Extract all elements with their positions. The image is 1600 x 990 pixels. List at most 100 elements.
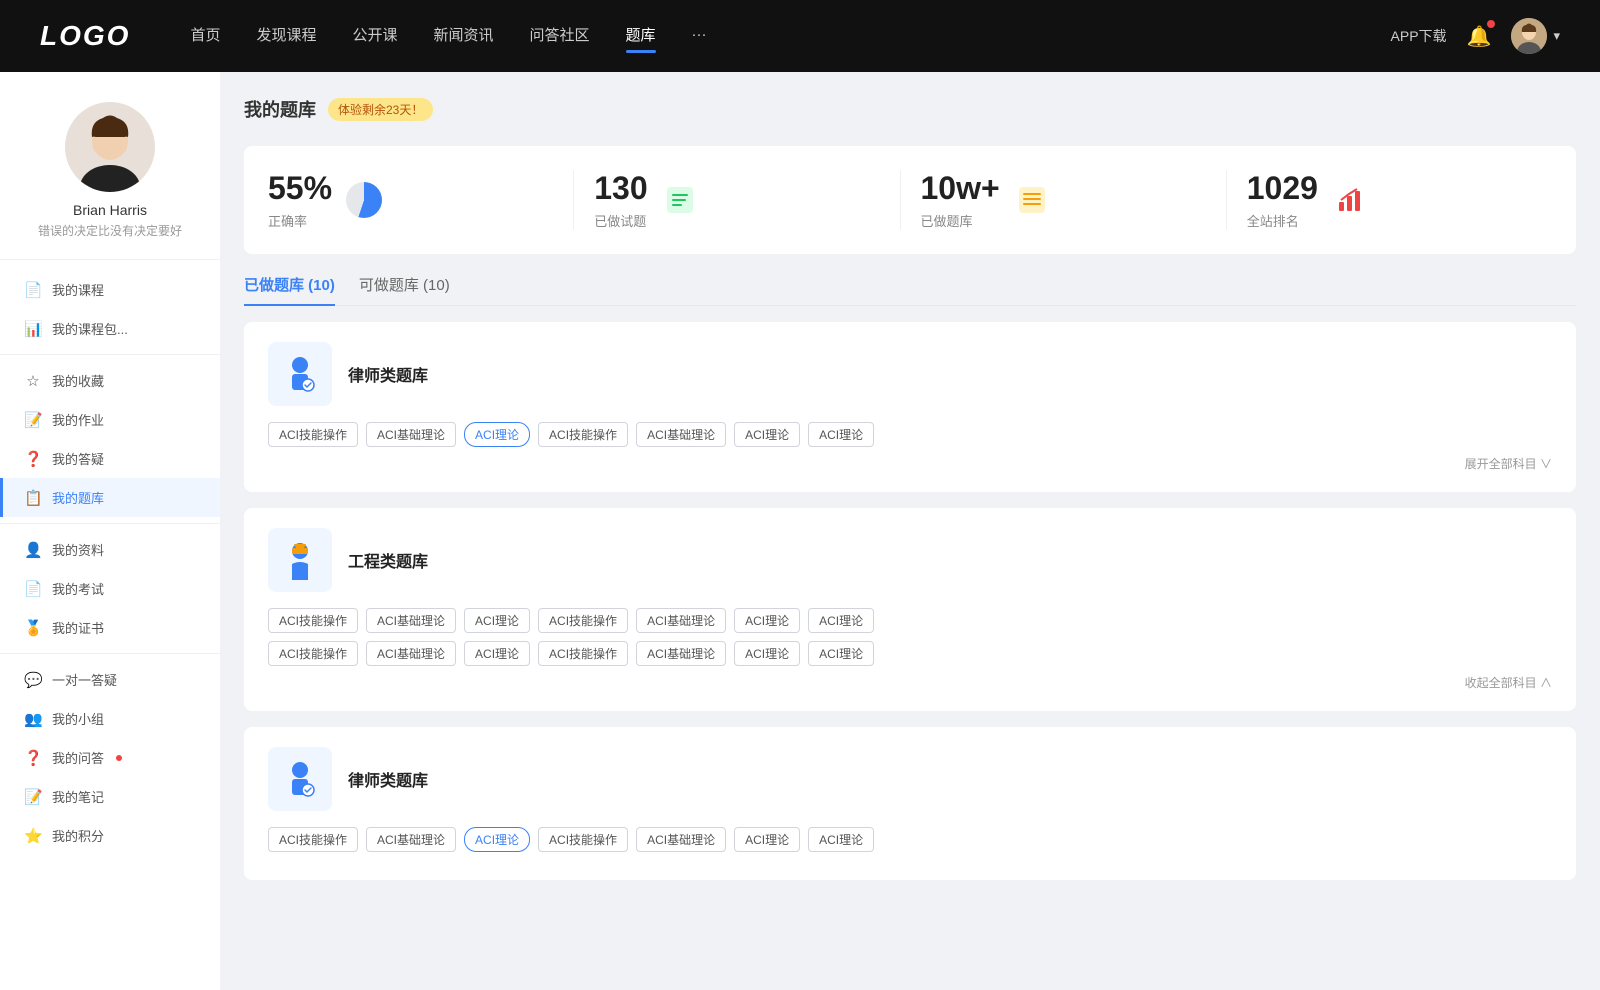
sidebar-label-homework: 我的作业 [52, 410, 104, 429]
tag-2-3[interactable]: ACI理论 [464, 608, 530, 633]
notes-icon: 📝 [24, 788, 42, 806]
tag-3-1[interactable]: ACI技能操作 [268, 827, 358, 852]
profile-section: Brian Harris 错误的决定比没有决定要好 [0, 92, 220, 260]
rank-value: 1029 [1247, 170, 1318, 207]
nav-home[interactable]: 首页 [190, 24, 220, 49]
tag-1-1[interactable]: ACI技能操作 [268, 422, 358, 447]
nav-more[interactable]: ··· [692, 26, 707, 47]
tag-3-2[interactable]: ACI基础理论 [366, 827, 456, 852]
sidebar-item-points[interactable]: ⭐ 我的积分 [0, 816, 220, 855]
tag-1-6[interactable]: ACI理论 [734, 422, 800, 447]
logo[interactable]: LOGO [40, 20, 130, 52]
sidebar-item-notes[interactable]: 📝 我的笔记 [0, 777, 220, 816]
tag-2-5[interactable]: ACI基础理论 [636, 608, 726, 633]
nav-links: 首页 发现课程 公开课 新闻资讯 问答社区 题库 ··· [190, 24, 1390, 49]
tag-3-7[interactable]: ACI理论 [808, 827, 874, 852]
sidebar-item-courses[interactable]: 📄 我的课程 [0, 270, 220, 309]
sidebar-label-profile: 我的资料 [52, 540, 104, 559]
bank-card-engineer: 工程类题库 ACI技能操作 ACI基础理论 ACI理论 ACI技能操作 ACI基… [244, 508, 1576, 711]
tag-1-2[interactable]: ACI基础理论 [366, 422, 456, 447]
sidebar-label-questions: 我的问答 [52, 748, 104, 767]
page-header: 我的题库 体验剩余23天！ [244, 96, 1576, 122]
one-on-one-icon: 💬 [24, 671, 42, 689]
done-b-label: 已做题库 [921, 211, 1000, 230]
sidebar-item-homework[interactable]: 📝 我的作业 [0, 400, 220, 439]
notification-badge [1487, 20, 1495, 28]
profile-motto: 错误的决定比没有决定要好 [38, 222, 182, 239]
tag-2-2[interactable]: ACI基础理论 [366, 608, 456, 633]
tab-done-banks[interactable]: 已做题库 (10) [244, 274, 335, 305]
pie-chart-icon [346, 182, 382, 218]
favorites-icon: ☆ [24, 372, 42, 390]
cert-icon: 🏅 [24, 619, 42, 637]
main-layout: Brian Harris 错误的决定比没有决定要好 📄 我的课程 📊 我的课程包… [0, 72, 1600, 990]
tab-available-banks[interactable]: 可做题库 (10) [359, 274, 450, 305]
engineer-icon [268, 528, 332, 592]
tag-1-5[interactable]: ACI基础理论 [636, 422, 726, 447]
trial-badge: 体验剩余23天！ [328, 98, 433, 121]
tag-2-9[interactable]: ACI基础理论 [366, 641, 456, 666]
tag-2-7[interactable]: ACI理论 [808, 608, 874, 633]
tag-2-12[interactable]: ACI基础理论 [636, 641, 726, 666]
bank-card-lawyer-2: 律师类题库 ACI技能操作 ACI基础理论 ACI理论 ACI技能操作 ACI基… [244, 727, 1576, 880]
sidebar-menu: 📄 我的课程 📊 我的课程包... ☆ 我的收藏 📝 我的作业 ❓ 我的答疑 � [0, 270, 220, 855]
tag-2-8[interactable]: ACI技能操作 [268, 641, 358, 666]
notification-bell[interactable]: 🔔 [1467, 24, 1492, 49]
nav-right-actions: APP下载 🔔 ▾ [1391, 18, 1560, 54]
tag-2-11[interactable]: ACI技能操作 [538, 641, 628, 666]
sidebar-item-bank[interactable]: 📋 我的题库 [0, 478, 220, 517]
nav-qa[interactable]: 问答社区 [530, 24, 590, 49]
tag-2-1[interactable]: ACI技能操作 [268, 608, 358, 633]
content-area: 我的题库 体验剩余23天！ 55% 正确率 130 已做试题 [220, 72, 1600, 990]
user-avatar-menu[interactable]: ▾ [1511, 18, 1560, 54]
nav-news[interactable]: 新闻资讯 [434, 24, 494, 49]
tag-3-3[interactable]: ACI理论 [464, 827, 530, 852]
nav-discover[interactable]: 发现课程 [256, 24, 316, 49]
tag-1-7[interactable]: ACI理论 [808, 422, 874, 447]
tags-engineer-row2: ACI技能操作 ACI基础理论 ACI理论 ACI技能操作 ACI基础理论 AC… [268, 641, 1552, 666]
tag-2-6[interactable]: ACI理论 [734, 608, 800, 633]
tag-2-14[interactable]: ACI理论 [808, 641, 874, 666]
sidebar-item-qa[interactable]: ❓ 我的答疑 [0, 439, 220, 478]
accuracy-icon [346, 182, 382, 218]
done-q-icon [662, 182, 698, 218]
tag-2-13[interactable]: ACI理论 [734, 641, 800, 666]
sidebar-item-one-on-one[interactable]: 💬 一对一答疑 [0, 660, 220, 699]
sidebar-item-cert[interactable]: 🏅 我的证书 [0, 608, 220, 647]
tag-3-6[interactable]: ACI理论 [734, 827, 800, 852]
sidebar-item-favorites[interactable]: ☆ 我的收藏 [0, 361, 220, 400]
exam-icon: 📄 [24, 580, 42, 598]
nav-bank[interactable]: 题库 [626, 24, 656, 49]
collapse-btn-engineer[interactable]: 收起全部科目 ∧ [268, 674, 1552, 691]
sidebar-item-profile[interactable]: 👤 我的资料 [0, 530, 220, 569]
group-icon: 👥 [24, 710, 42, 728]
sidebar-item-exam[interactable]: 📄 我的考试 [0, 569, 220, 608]
sidebar-item-group[interactable]: 👥 我的小组 [0, 699, 220, 738]
sidebar-label-favorites: 我的收藏 [52, 371, 104, 390]
tag-2-10[interactable]: ACI理论 [464, 641, 530, 666]
tags-engineer-row1: ACI技能操作 ACI基础理论 ACI理论 ACI技能操作 ACI基础理论 AC… [268, 608, 1552, 633]
nav-open-course[interactable]: 公开课 [352, 24, 397, 49]
sidebar-label-one-on-one: 一对一答疑 [52, 670, 117, 689]
sidebar-item-packages[interactable]: 📊 我的课程包... [0, 309, 220, 348]
sidebar-label-cert: 我的证书 [52, 618, 104, 637]
tag-1-4[interactable]: ACI技能操作 [538, 422, 628, 447]
tag-1-3[interactable]: ACI理论 [464, 422, 530, 447]
sidebar-label-courses: 我的课程 [52, 280, 104, 299]
tab-row: 已做题库 (10) 可做题库 (10) [244, 274, 1576, 306]
page-title: 我的题库 [244, 96, 316, 122]
expand-btn-lawyer-1[interactable]: 展开全部科目 ∨ [268, 455, 1552, 472]
tag-2-4[interactable]: ACI技能操作 [538, 608, 628, 633]
profile-name: Brian Harris [73, 202, 147, 218]
sidebar-label-packages: 我的课程包... [52, 319, 128, 338]
app-download-btn[interactable]: APP下载 [1391, 26, 1447, 46]
stats-row: 55% 正确率 130 已做试题 [244, 146, 1576, 254]
stat-done-questions: 130 已做试题 [574, 170, 900, 230]
avatar [1511, 18, 1547, 54]
questions-icon: ❓ [24, 749, 42, 767]
tag-3-5[interactable]: ACI基础理论 [636, 827, 726, 852]
bank-name-lawyer-2: 律师类题库 [348, 767, 428, 791]
tag-3-4[interactable]: ACI技能操作 [538, 827, 628, 852]
sidebar-item-questions[interactable]: ❓ 我的问答 [0, 738, 220, 777]
top-navigation: LOGO 首页 发现课程 公开课 新闻资讯 问答社区 题库 ··· APP下载 … [0, 0, 1600, 72]
